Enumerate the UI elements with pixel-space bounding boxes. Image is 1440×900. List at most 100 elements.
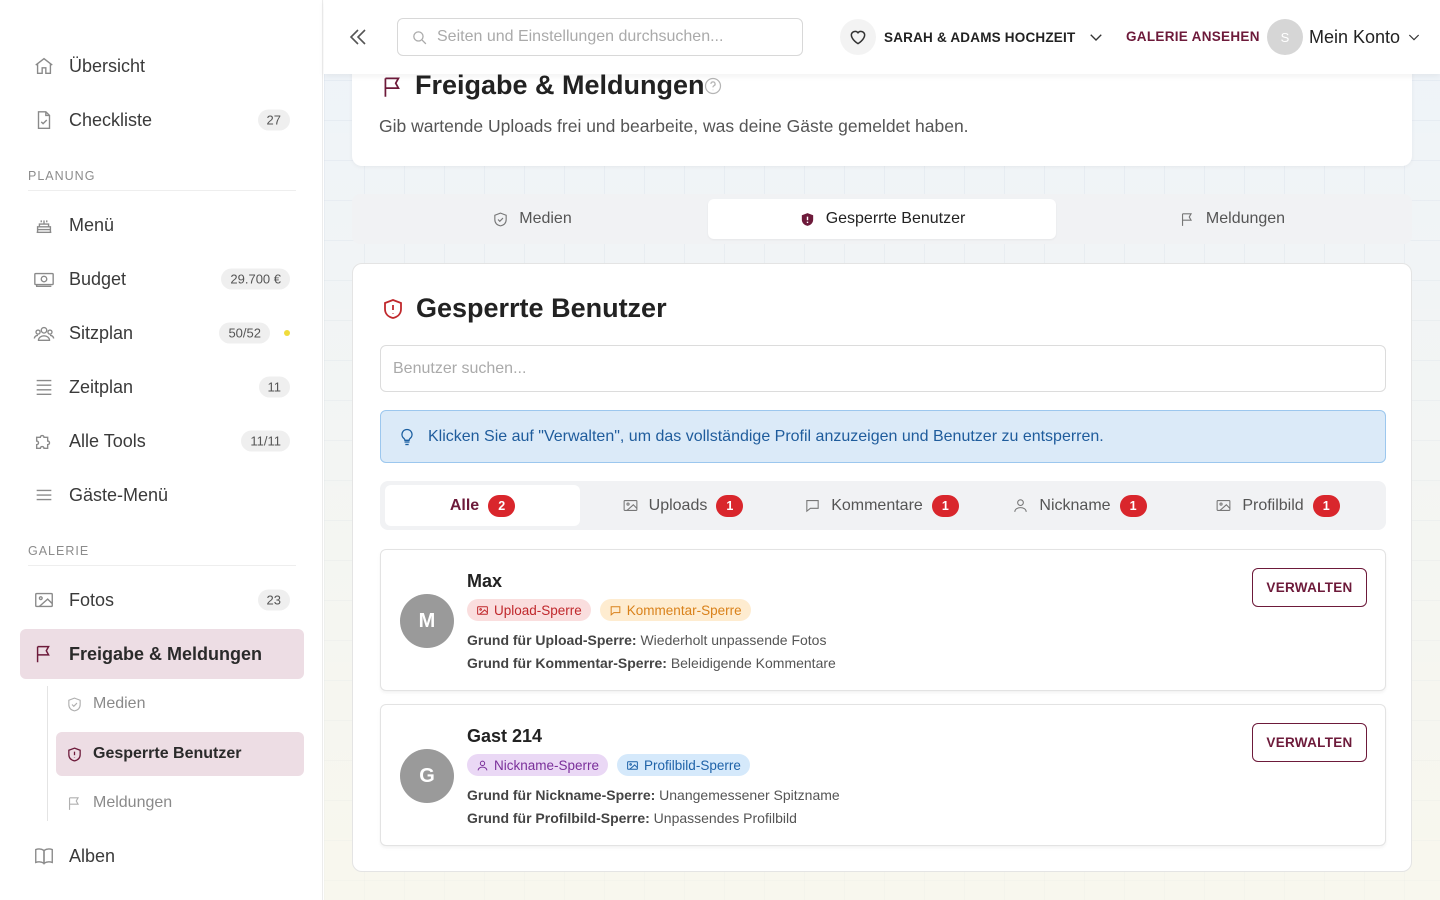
tab-meldungen[interactable]: Meldungen [1058,199,1406,239]
filter-kommentare[interactable]: Kommentare 1 [784,485,979,526]
lines-icon [36,379,52,396]
flag-icon [68,796,80,810]
section-title: Gesperrte Benutzer [416,293,667,323]
image-icon [35,592,53,608]
cake-icon [36,220,52,234]
avatar: G [400,749,454,803]
flag-icon [36,645,50,663]
global-search[interactable] [397,18,803,56]
tab-label: Medien [519,210,572,227]
sidebar-item-uebersicht[interactable]: Übersicht [20,41,304,91]
sidebar-item-gaeste-menue[interactable]: Gäste-Menü [20,470,304,520]
sidebar-item-alle-tools[interactable]: Alle Tools 11/11 [20,416,304,466]
chevron-down-icon [1090,34,1103,41]
sidebar-item-label: Alle Tools [69,430,146,451]
puzzle-icon [35,434,51,450]
sidebar-item-label: Fotos [69,589,115,610]
lightbulb-icon [401,428,413,445]
book-icon [35,848,53,865]
shield-alert-icon [384,299,402,319]
event-name: SARAH & ADAMS HOCHZEIT [884,29,1076,45]
checklist-icon [37,111,51,129]
heart-icon [850,30,866,45]
tab-label: Meldungen [1205,210,1286,227]
count-badge: 11 [258,376,290,398]
filter-label: Kommentare [831,496,923,514]
block-tags: Nickname-Sperre Profilbild-Sperre [467,754,759,776]
image-icon [477,605,488,615]
account-menu[interactable]: S Mein Konto [1267,19,1422,55]
count-badge: 29.700 € [221,268,290,290]
sidebar-item-label: Budget [69,268,127,289]
tag-comment-block: Kommentar-Sperre [599,599,751,621]
reason-text: Wiederholt unpassende Fotos [640,632,827,648]
money-icon [34,272,54,288]
sidebar-item-menue[interactable]: Menü [20,200,304,250]
tab-label: Gesperrte Benutzer [825,210,966,227]
count-badge: 50/52 [219,322,270,344]
people-icon [33,326,55,342]
page-title: Freigabe & Meldungen [415,70,705,100]
filter-bar: Alle 2 Uploads 1 Kommentare 1 Nickname 1… [380,481,1386,530]
sidebar-subitem-medien[interactable]: Medien [56,682,304,726]
global-search-input[interactable] [437,28,777,46]
tab-gesperrte-benutzer[interactable]: Gesperrte Benutzer [708,199,1056,239]
filter-nickname[interactable]: Nickname 1 [982,485,1177,526]
block-tags: Upload-Sperre Kommentar-Sperre [467,599,760,621]
reason-label: Grund für Upload-Sperre: [467,632,637,648]
help-icon[interactable] [703,76,723,96]
blocked-users-card: Gesperrte Benutzer Klicken Sie auf "Verw… [352,263,1412,872]
reason-text: Beleidigende Kommentare [670,655,836,671]
sidebar-item-checkliste[interactable]: Checkliste 27 [20,95,304,145]
heart-badge [840,19,876,55]
manage-button[interactable]: VERWALTEN [1252,723,1367,762]
sidebar-subitem-gesperrte-benutzer[interactable]: Gesperrte Benutzer [56,732,304,776]
user-icon [1014,499,1028,512]
count-badge: 1 [716,494,744,517]
block-reason: Grund für Profilbild-Sperre: Unpassendes… [467,810,797,826]
reason-label: Grund für Profilbild-Sperre: [467,810,650,826]
event-switcher[interactable]: SARAH & ADAMS HOCHZEIT [840,19,1105,55]
filter-alle[interactable]: Alle 2 [385,485,580,526]
sidebar-subitem-label: Meldungen [93,794,173,811]
block-reason: Grund für Nickname-Sperre: Unangemessene… [467,787,840,803]
sidebar-item-zeitplan[interactable]: Zeitplan 11 [20,362,304,412]
sidebar-item-budget[interactable]: Budget 29.700 € [20,254,304,304]
tag-label: Kommentar-Sperre [626,602,742,618]
count-badge: 27 [257,109,290,131]
topbar: SARAH & ADAMS HOCHZEIT GALERIE ANSEHEN S… [324,0,1440,74]
menu-icon [36,489,52,501]
filter-profilbild[interactable]: Profilbild 1 [1180,485,1375,526]
sidebar-subitem-label: Gesperrte Benutzer [93,745,242,762]
user-search-input[interactable] [380,345,1386,392]
shield-check-icon [68,697,81,711]
filter-label: Alle [449,496,480,514]
blocked-user-card: G Gast 214 Nickname-Sperre Profilbild-Sp… [380,704,1386,846]
manage-button[interactable]: VERWALTEN [1252,568,1367,607]
collapse-sidebar-icon[interactable] [346,25,370,49]
image-icon [623,500,638,511]
comment-icon [610,605,621,616]
tag-label: Nickname-Sperre [494,757,600,773]
tag-label: Profilbild-Sperre [644,757,741,773]
sidebar-item-sitzplan[interactable]: Sitzplan 50/52 [20,308,304,358]
sidebar-item-label: Checkliste [69,109,153,130]
count-badge: 1 [1312,494,1340,517]
sidebar-item-freigabe-meldungen[interactable]: Freigabe & Meldungen [20,629,304,679]
reason-label: Grund für Kommentar-Sperre: [467,655,667,671]
sidebar-subitem-meldungen[interactable]: Meldungen [56,781,304,825]
sidebar-item-label: Übersicht [69,55,146,76]
filter-label: Uploads [648,496,708,514]
filter-uploads[interactable]: Uploads 1 [585,485,780,526]
sidebar-item-label: Menü [69,214,115,235]
count-badge: 23 [257,589,290,611]
tag-upload-block: Upload-Sperre [467,599,591,621]
sidebar-item-fotos[interactable]: Fotos 23 [20,575,304,625]
user-name: Gast 214 [467,726,543,746]
count-badge: 1 [1119,494,1147,517]
tab-medien[interactable]: Medien [358,199,706,239]
sidebar-item-label: Sitzplan [69,322,134,343]
sidebar-subitem-label: Medien [93,695,146,712]
sidebar-item-alben[interactable]: Alben [20,831,304,881]
view-gallery-link[interactable]: GALERIE ANSEHEN [1126,29,1260,44]
